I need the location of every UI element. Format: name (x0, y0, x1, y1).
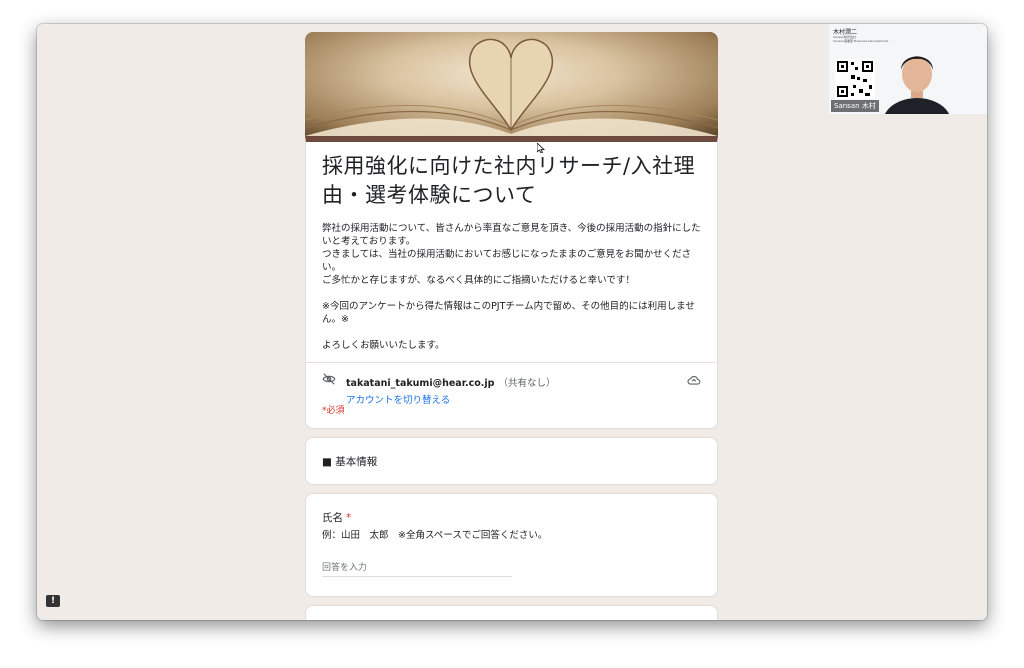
browser-window: 採用強化に向けた社内リサーチ/入社理由・選考体験について 弊社の採用活動について… (37, 24, 987, 620)
header-image (305, 32, 718, 136)
form-description: 弊社の採用活動について、皆さんから率直なご意見を頂き、今後の採用活動の指針にした… (322, 223, 701, 351)
mouse-cursor-icon (537, 143, 545, 153)
form-title-card: 採用強化に向けた社内リサーチ/入社理由・選考体験について 弊社の採用活動について… (305, 136, 718, 429)
account-shared-status: （共有なし） (498, 378, 556, 389)
answer-input[interactable]: 回答を入力 (322, 560, 512, 577)
cloud-save-icon[interactable] (687, 373, 701, 387)
qr-code-icon (835, 59, 875, 99)
form-title: 採用強化に向けた社内リサーチ/入社理由・選考体験について (322, 154, 696, 207)
switch-account-link[interactable]: アカウントを切り替える (346, 392, 701, 406)
next-question-card (305, 605, 718, 620)
participant-video (885, 56, 949, 114)
account-row: takatani_takumi@hear.co.jp （共有なし） アカウントを切… (306, 363, 717, 406)
question-hint: 例：山田 太郎 ※全角スペースでご回答ください。 (322, 530, 548, 541)
eye-off-icon (322, 373, 336, 385)
section-card-basic-info: ■ 基本情報 (305, 437, 718, 485)
google-form: 採用強化に向けた社内リサーチ/入社理由・選考体験について 弊社の採用活動について… (305, 32, 718, 620)
feedback-icon[interactable]: ! (46, 595, 60, 607)
section-title: ■ 基本情報 (322, 456, 378, 468)
question-label: 氏名 (322, 512, 343, 524)
question-title: 氏名 * (322, 510, 351, 525)
question-card-name: 氏名 * 例：山田 太郎 ※全角スペースでご回答ください。 回答を入力 (305, 493, 718, 597)
video-call-tile: 木村潤二 Sansan株式会社 Sansan事業部 Business Devel… (829, 24, 987, 114)
account-email: takatani_takumi@hear.co.jp (346, 378, 495, 389)
required-asterisk: * (346, 512, 352, 524)
participant-label: Sansan 木村 (831, 100, 879, 112)
participant-role: Sansan事業部 Business Development (833, 39, 889, 43)
